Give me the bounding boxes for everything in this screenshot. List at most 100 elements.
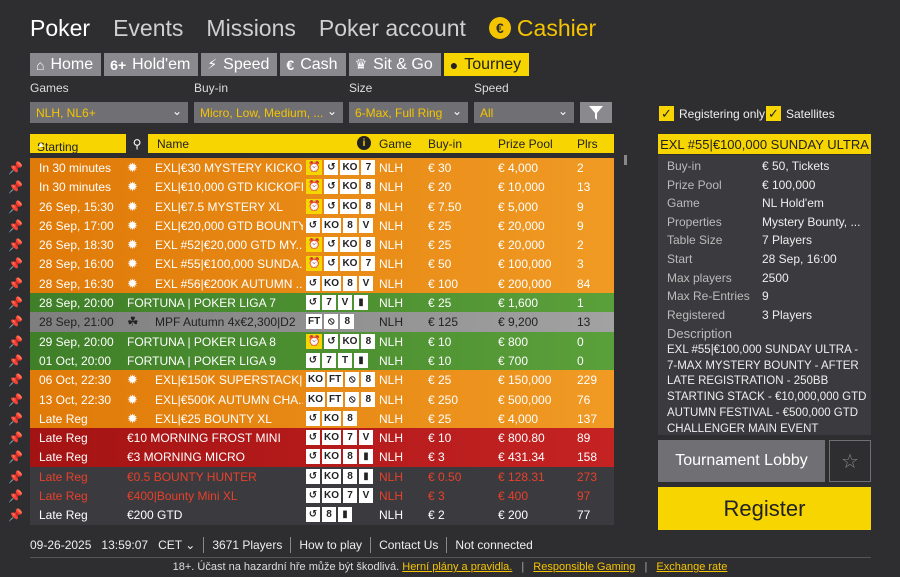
- connection-status: Not connected: [455, 538, 533, 552]
- table-row[interactable]: 📌 Late Reg €200 GTD ↺ 8 ▮ NLH € 2 € 200 77: [8, 505, 614, 525]
- games-select[interactable]: NLH, NL6+ ⌄: [30, 102, 188, 123]
- favorite-star-icon[interactable]: ☆: [829, 440, 871, 482]
- how-to-play-link[interactable]: How to play: [299, 538, 362, 552]
- nav-cashier[interactable]: € Cashier: [488, 15, 596, 42]
- speed-select[interactable]: All ⌄: [474, 102, 574, 123]
- table-row[interactable]: 📌 26 Sep, 17:00 ✹ EXL|€20,000 GTD BOUNTY...…: [8, 215, 614, 236]
- status-date: 09-26-2025: [30, 538, 92, 552]
- row-players: 158: [577, 450, 598, 465]
- registering-only-checkbox[interactable]: ✓ Registering only: [659, 106, 765, 121]
- row-name: EXL #52|€20,000 GTD MY...: [155, 238, 303, 253]
- tab-sit-and-go[interactable]: ♛ Sit & Go: [348, 53, 441, 76]
- tab-holdem[interactable]: 6+ Hold'em: [104, 53, 199, 76]
- pin-icon[interactable]: 📌: [8, 161, 23, 175]
- pin-icon[interactable]: 📌: [8, 508, 23, 522]
- row-badge: V: [359, 275, 373, 291]
- row-players: 89: [577, 431, 591, 446]
- palm-icon: ☘: [127, 314, 139, 330]
- table-row[interactable]: 📌 Late Reg €400|Bounty Mini XL ↺ KO 7 V NLH € 3 €…: [8, 486, 614, 506]
- nav-poker-account[interactable]: Poker account: [319, 15, 466, 42]
- row-game: NLH: [379, 450, 404, 465]
- games-filter-label: Games: [30, 81, 69, 95]
- search-icon[interactable]: ⚲: [126, 134, 148, 153]
- table-header: Starting ▲ ⚲ Name i Game Buy-in Prize Po…: [30, 134, 614, 154]
- pin-icon[interactable]: 📌: [8, 412, 23, 426]
- table-row[interactable]: 📌 26 Sep, 15:30 ✹ EXL|€7.5 MYSTERY XL ⏰ ↺ KO 8 N…: [8, 196, 614, 216]
- table-row[interactable]: 📌 28 Sep, 16:30 ✹ EXL #56|€200K AUTUMN ... ↺…: [8, 273, 614, 294]
- pin-icon[interactable]: 📌: [8, 431, 23, 445]
- divider: |: [521, 561, 525, 573]
- buyin-select[interactable]: Micro, Low, Medium, ... ⌄: [194, 102, 343, 123]
- table-row[interactable]: 📌 Late Reg €0.5 BOUNTY HUNTER ↺ KO 8 ▮ NLH € 0.5…: [8, 466, 614, 487]
- filter-button[interactable]: [580, 102, 612, 123]
- row-badge: ⦸: [345, 372, 360, 388]
- detail-value: 2500: [762, 270, 789, 285]
- tab-home[interactable]: ⌂ Home: [30, 53, 102, 76]
- suit-icon: ✹: [127, 256, 138, 272]
- info-icon[interactable]: i: [357, 136, 371, 150]
- row-buyin: € 25: [428, 296, 452, 311]
- row-badge: 7: [361, 256, 376, 272]
- pin-icon[interactable]: 📌: [8, 470, 23, 484]
- col-players[interactable]: Plrs: [577, 137, 598, 151]
- table-row[interactable]: 📌 In 30 minutes ✹ EXL|€10,000 GTD KICKOFF ⏰ ↺…: [8, 177, 614, 197]
- pin-icon[interactable]: 📌: [8, 257, 23, 271]
- tab-speed[interactable]: ⚡ Speed: [201, 53, 278, 76]
- row-prize: € 400: [498, 489, 529, 504]
- exchange-rate-link[interactable]: Exchange rate: [656, 561, 727, 573]
- nav-missions[interactable]: Missions: [206, 15, 295, 42]
- pin-icon[interactable]: 📌: [8, 277, 23, 291]
- pin-icon[interactable]: 📌: [8, 393, 23, 407]
- pin-icon[interactable]: 📌: [8, 238, 23, 252]
- timezone-select[interactable]: CET ⌄: [158, 538, 195, 552]
- table-row[interactable]: 📌 06 Oct, 22:30 ✹ EXL|€150K SUPERSTACK|... K…: [8, 370, 614, 390]
- table-row[interactable]: 📌 In 30 minutes ✹ EXL|€30 MYSTERY KICKOFF ⏰ ↺…: [8, 158, 614, 178]
- row-players: 2: [577, 161, 584, 175]
- tab-cash[interactable]: € Cash: [280, 53, 346, 76]
- table-row[interactable]: 📌 28 Sep, 21:00 ☘ MPF Autumn 4x€2,300|D2 FT ⦸…: [8, 312, 614, 332]
- pin-icon[interactable]: 📌: [8, 200, 23, 214]
- row-badge: ↺: [306, 295, 320, 311]
- pin-icon[interactable]: 📌: [8, 296, 23, 310]
- pin-icon[interactable]: 📌: [8, 335, 23, 349]
- register-button[interactable]: Register: [658, 487, 871, 530]
- row-name: €400|Bounty Mini XL: [127, 489, 238, 504]
- pin-icon[interactable]: 📌: [8, 489, 23, 503]
- satellites-checkbox[interactable]: ✓ Satellites: [766, 106, 835, 121]
- col-name[interactable]: Name: [157, 137, 189, 151]
- row-name: EXL|€30 MYSTERY KICKOFF: [155, 161, 303, 175]
- row-badges: FT ⦸ 8: [306, 314, 355, 330]
- game-rules-link[interactable]: Herní plány a pravidla.: [402, 561, 512, 573]
- row-badge: KO: [340, 256, 360, 272]
- table-row[interactable]: 📌 01 Oct, 20:00 FORTUNA | POKER LIGA 9 ↺ 7 T ▮…: [8, 350, 614, 371]
- table-row[interactable]: 📌 Late Reg ✹ EXL|€25 BOUNTY XL ↺ KO 8 NLH € 25 € …: [8, 408, 614, 429]
- col-prize-pool[interactable]: Prize Pool: [498, 137, 553, 151]
- row-prize: € 431.34: [498, 450, 545, 465]
- size-select[interactable]: 6-Max, Full Ring ⌄: [349, 102, 468, 123]
- table-row[interactable]: 📌 Late Reg €10 MORNING FROST MINI ↺ KO 7 V NLH €…: [8, 428, 614, 448]
- row-game: NLH: [379, 411, 404, 426]
- table-row[interactable]: 📌 29 Sep, 20:00 FORTUNA | POKER LIGA 8 ⏰ ↺ KO…: [8, 331, 614, 351]
- nav-events[interactable]: Events: [113, 15, 183, 42]
- table-row[interactable]: 📌 28 Sep, 20:00 FORTUNA | POKER LIGA 7 ↺ 7 V ▮…: [8, 293, 614, 313]
- table-row[interactable]: 📌 28 Sep, 16:00 ✹ EXL #55|€100,000 SUNDA...…: [8, 254, 614, 274]
- tournament-lobby-button[interactable]: Tournament Lobby: [658, 440, 825, 482]
- pin-icon[interactable]: 📌: [8, 373, 23, 387]
- scrollbar[interactable]: [624, 155, 627, 165]
- table-row[interactable]: 📌 13 Oct, 22:30 ✹ EXL|€500K AUTUMN CHA... KO…: [8, 389, 614, 409]
- tab-tourney[interactable]: ● Tourney: [443, 53, 530, 76]
- pin-icon[interactable]: 📌: [8, 354, 23, 368]
- col-buyin[interactable]: Buy-in: [428, 137, 462, 151]
- table-row[interactable]: 📌 26 Sep, 18:30 ✹ EXL #52|€20,000 GTD MY...…: [8, 235, 614, 255]
- table-row[interactable]: 📌 Late Reg €3 MORNING MICRO ↺ KO 8 ▮ NLH € 3 € 43…: [8, 447, 614, 467]
- row-name: EXL|€25 BOUNTY XL: [155, 411, 272, 426]
- contact-us-link[interactable]: Contact Us: [379, 538, 438, 552]
- nav-poker[interactable]: Poker: [30, 15, 90, 42]
- pin-icon[interactable]: 📌: [8, 315, 23, 329]
- pin-icon[interactable]: 📌: [8, 450, 23, 464]
- responsible-gaming-link[interactable]: Responsible Gaming: [533, 561, 635, 573]
- pin-icon[interactable]: 📌: [8, 180, 23, 194]
- col-game[interactable]: Game: [379, 137, 412, 151]
- row-badge: 8: [322, 507, 336, 523]
- pin-icon[interactable]: 📌: [8, 219, 23, 233]
